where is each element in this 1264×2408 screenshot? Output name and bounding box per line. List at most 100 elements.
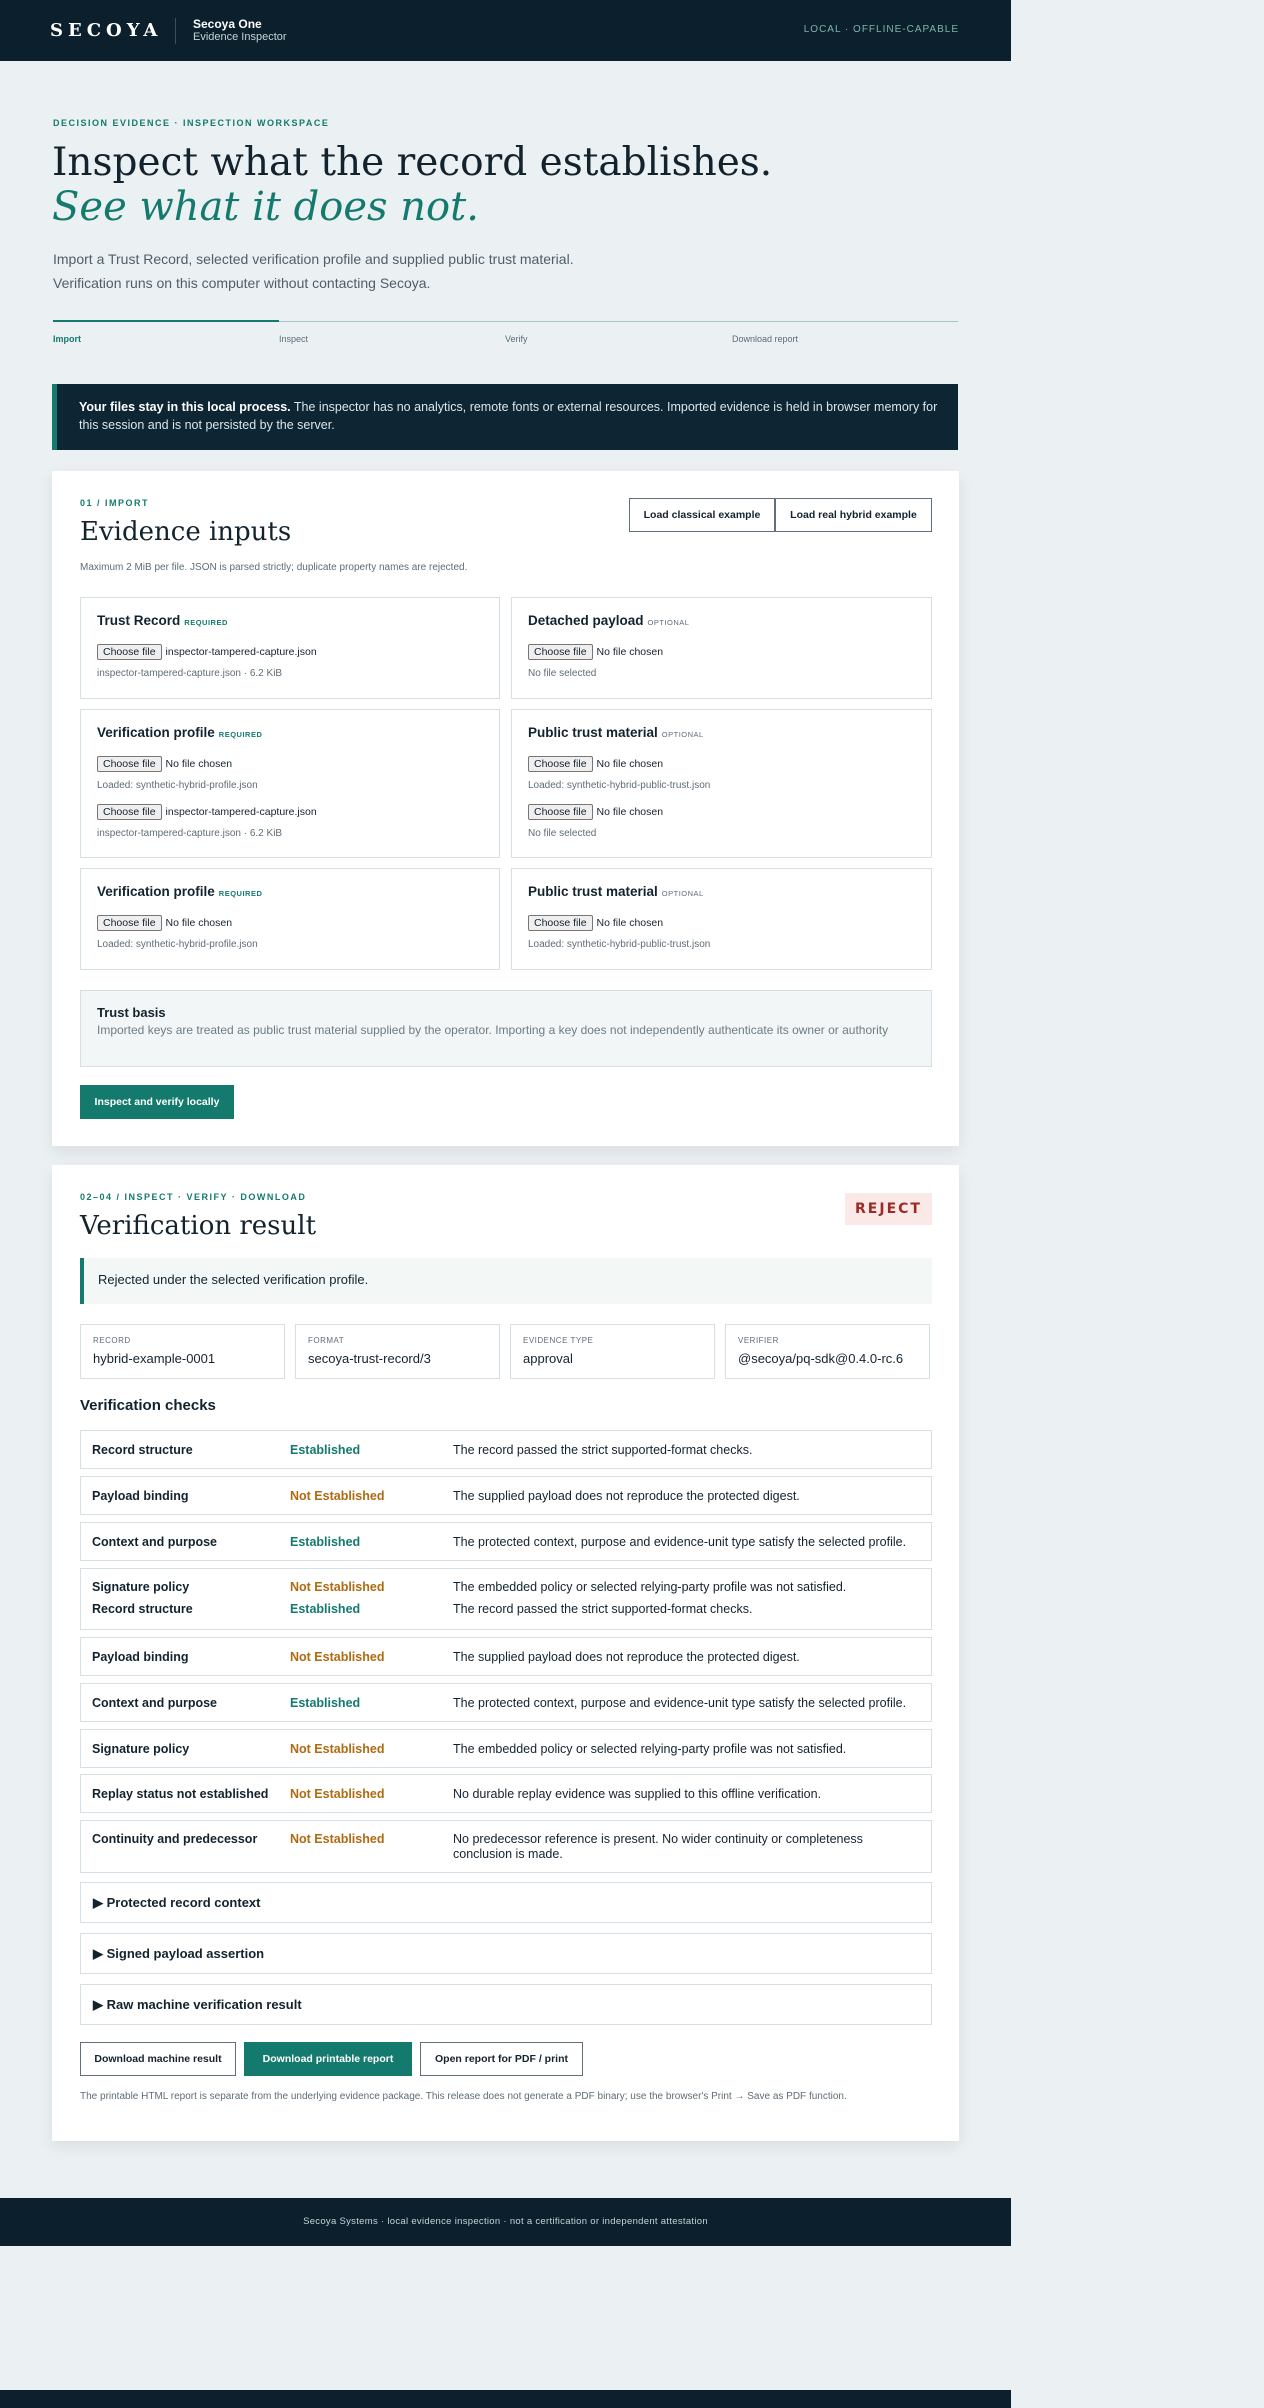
choose-file-button[interactable]: Choose file [528, 644, 593, 660]
format-field: FORMAT secoya-trust-record/3 [295, 1324, 500, 1379]
public-trust-material-card-2: Public trust material OPTIONAL Choose fil… [511, 868, 932, 970]
check-row: Payload binding Not Established The supp… [80, 1637, 932, 1676]
record-field-label: RECORD [93, 1336, 131, 1345]
record-field-value: hybrid-example-0001 [93, 1351, 216, 1366]
step-download-report[interactable]: Download report [732, 334, 798, 344]
trust-record-title: Trust Record REQUIRED [97, 613, 228, 628]
step-inspect[interactable]: Inspect [279, 334, 308, 344]
result-title: Verification result [80, 1211, 317, 1241]
check-row: Context and purpose Established The prot… [80, 1683, 932, 1722]
privacy-banner-strong: Your files stay in this local process. [79, 400, 291, 414]
checks-title: Verification checks [80, 1397, 216, 1414]
detached-payload-file-input[interactable]: Choose file No file chosen [528, 644, 663, 661]
evidence-type-field: EVIDENCE TYPE approval [510, 1324, 715, 1379]
verification-profile-file-input-2[interactable]: Choose file inspector-tampered-capture.js… [97, 804, 317, 821]
check-description: The embedded policy or selected relying-… [453, 1742, 847, 1756]
public-trust-file-name-2: No file chosen [596, 806, 664, 818]
privacy-banner: Your files stay in this local process. T… [52, 384, 958, 450]
detached-payload-label: Detached payload [528, 613, 644, 628]
trust-record-meta: inspector-tampered-capture.json · 6.2 Ki… [97, 668, 283, 679]
step-verify[interactable]: Verify [505, 334, 528, 344]
detached-payload-title: Detached payload OPTIONAL [528, 613, 689, 628]
choose-file-button[interactable]: Choose file [528, 915, 593, 931]
choose-file-button[interactable]: Choose file [528, 804, 593, 820]
brand-divider [175, 18, 176, 44]
check-status: Not Established [290, 1742, 385, 1756]
check-row: Payload binding Not Established The supp… [80, 1476, 932, 1515]
check-status: Established [290, 1443, 361, 1457]
verification-profile-file-input-3[interactable]: Choose file No file chosen [97, 915, 232, 932]
check-name: Payload binding [92, 1489, 189, 1503]
public-trust-file-input-3[interactable]: Choose file No file chosen [528, 915, 663, 932]
check-name: Context and purpose [92, 1696, 218, 1710]
page-footer: Secoya Systems · local evidence inspecti… [0, 2198, 1011, 2246]
download-printable-report-button[interactable]: Download printable report [244, 2042, 412, 2076]
check-status: Not Established [290, 1650, 385, 1664]
verification-profile-meta: Loaded: synthetic-hybrid-profile.json [97, 780, 258, 791]
verification-profile-file-name-2: inspector-tampered-capture.json [165, 806, 317, 818]
public-trust-meta: Loaded: synthetic-hybrid-public-trust.js… [528, 780, 711, 791]
page-title-italic: See what it does not. [52, 184, 479, 230]
open-report-print-button[interactable]: Open report for PDF / print [420, 2042, 583, 2076]
trust-basis-box: Trust basis Imported keys are treated as… [80, 990, 932, 1067]
trust-record-card: Trust Record REQUIRED Choose file inspecto… [80, 597, 500, 699]
inspect-verify-button[interactable]: Inspect and verify locally [80, 1085, 234, 1119]
verifier-field: VERIFIER @secoya/pq-sdk@0.4.0-rc.6 [725, 1324, 930, 1379]
required-tag: REQUIRED [218, 889, 263, 898]
hero-eyebrow: DECISION EVIDENCE · INSPECTION WORKSPACE [53, 118, 330, 128]
required-tag: REQUIRED [218, 730, 263, 739]
check-description: The protected context, purpose and evide… [453, 1696, 907, 1710]
public-trust-material-title: Public trust material OPTIONAL [528, 725, 704, 740]
public-trust-meta-2: No file selected [528, 828, 597, 839]
hero-lede: Import a Trust Record, selected verifica… [53, 247, 753, 295]
check-row: Signature policy Not Established The emb… [80, 1568, 932, 1630]
verifier-field-label: VERIFIER [738, 1336, 779, 1345]
choose-file-button[interactable]: Choose file [97, 915, 162, 931]
import-kicker: 01 / IMPORT [80, 498, 150, 508]
verification-profile-file-name: No file chosen [165, 758, 233, 770]
verification-profile-title: Verification profile REQUIRED [97, 725, 262, 740]
bottom-strip [0, 2390, 1011, 2408]
page-title: Inspect what the record establishes. [52, 140, 773, 185]
step-import[interactable]: Import [53, 334, 81, 344]
check-name: Record structure [92, 1443, 193, 1457]
format-field-label: FORMAT [308, 1336, 345, 1345]
public-trust-file-input[interactable]: Choose file No file chosen [528, 756, 663, 773]
format-field-value: secoya-trust-record/3 [308, 1351, 431, 1366]
public-trust-material-title-2: Public trust material OPTIONAL [528, 884, 704, 899]
check-status: Not Established [290, 1787, 385, 1801]
raw-machine-result-toggle[interactable]: ▶ Raw machine verification result [80, 1984, 932, 2025]
choose-file-button[interactable]: Choose file [97, 804, 162, 820]
verification-profile-file-input[interactable]: Choose file No file chosen [97, 756, 232, 773]
verification-profile-label: Verification profile [97, 725, 215, 740]
verification-profile-label-2: Verification profile [97, 884, 215, 899]
signed-payload-assertion-toggle[interactable]: ▶ Signed payload assertion [80, 1933, 932, 1974]
import-note: Maximum 2 MiB per file. JSON is parsed s… [80, 562, 468, 573]
load-hybrid-example-button[interactable]: Load real hybrid example [775, 498, 932, 532]
evidence-type-field-label: EVIDENCE TYPE [523, 1336, 594, 1345]
public-trust-meta-3: Loaded: synthetic-hybrid-public-trust.js… [528, 939, 711, 950]
public-trust-file-input-2[interactable]: Choose file No file chosen [528, 804, 663, 821]
product-subtitle: Evidence Inspector [193, 31, 287, 43]
result-summary: Rejected under the selected verification… [80, 1258, 932, 1304]
choose-file-button[interactable]: Choose file [528, 756, 593, 772]
choose-file-button[interactable]: Choose file [97, 644, 162, 660]
load-classical-example-button[interactable]: Load classical example [629, 498, 775, 532]
trust-record-file-input[interactable]: Choose file inspector-tampered-capture.js… [97, 644, 317, 661]
logo: SECOYA [50, 20, 163, 41]
verification-profile-title-2: Verification profile REQUIRED [97, 884, 262, 899]
verification-profile-file-name-3: No file chosen [165, 917, 233, 929]
public-trust-material-label: Public trust material [528, 725, 658, 740]
protected-record-context-toggle[interactable]: ▶ Protected record context [80, 1882, 932, 1923]
top-bar: SECOYA Secoya One Evidence Inspector LOC… [0, 0, 1011, 61]
verifier-field-value: @secoya/pq-sdk@0.4.0-rc.6 [738, 1351, 904, 1366]
optional-tag: OPTIONAL [647, 618, 690, 627]
public-trust-material-label-2: Public trust material [528, 884, 658, 899]
record-field: RECORD hybrid-example-0001 [80, 1324, 285, 1379]
check-description: The record passed the strict supported-f… [453, 1443, 753, 1457]
result-panel: 02–04 / INSPECT · VERIFY · DOWNLOAD Veri… [52, 1165, 959, 2141]
download-machine-result-button[interactable]: Download machine result [80, 2042, 236, 2076]
import-panel: 01 / IMPORT Evidence inputs Maximum 2 Mi… [52, 471, 959, 1146]
choose-file-button[interactable]: Choose file [97, 756, 162, 772]
check-row: Continuity and predecessor Not Establish… [80, 1820, 932, 1873]
